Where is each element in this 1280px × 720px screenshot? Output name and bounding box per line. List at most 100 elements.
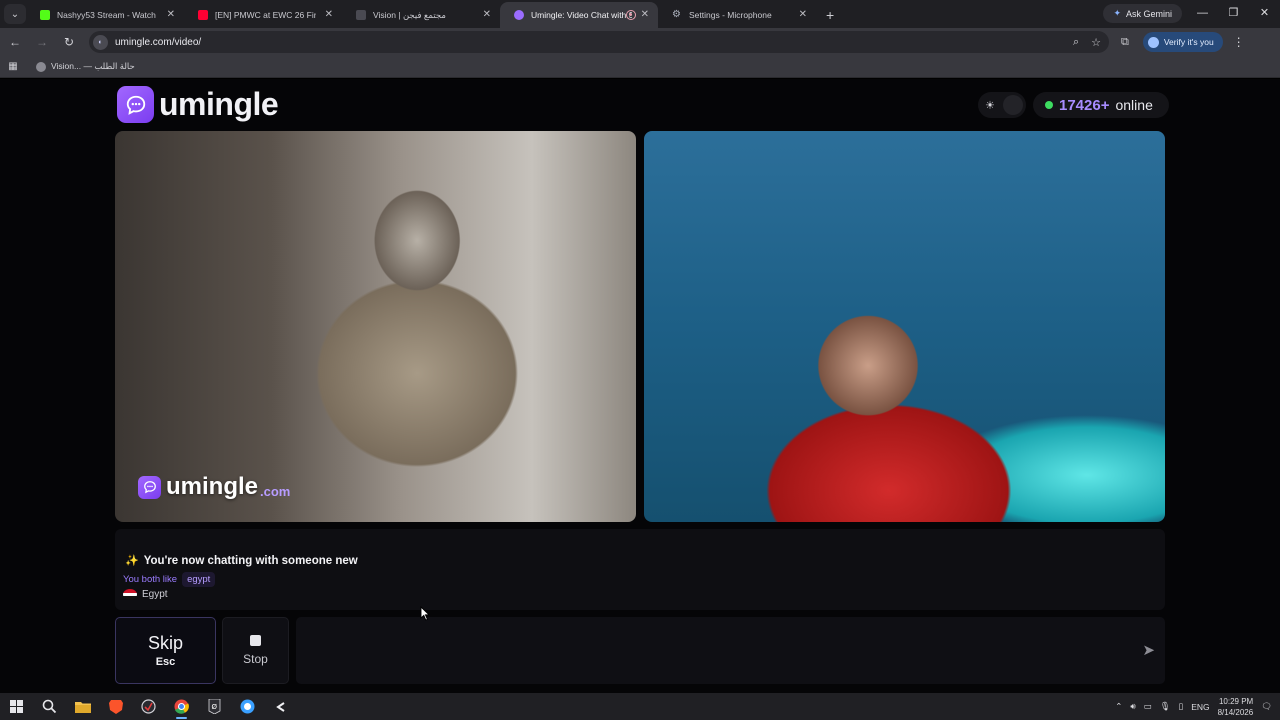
bookmark-star-icon[interactable]: ☆ [1091, 36, 1101, 49]
gemini-sparkle-icon: ✦ [1113, 8, 1121, 18]
skip-shortcut: Esc [155, 656, 176, 668]
chat-info-panel: ✨ You're now chatting with someone new Y… [115, 529, 1165, 610]
shared-interests-label: You both like [123, 574, 178, 585]
close-tab-icon[interactable]: ✕ [641, 9, 649, 20]
bookmark-favicon-icon [36, 61, 46, 72]
tab-title: Vision | مجتمع فيجن [373, 9, 446, 20]
chevron-up-icon[interactable]: ⌃ [1115, 701, 1122, 712]
stop-label: Stop [243, 652, 268, 666]
bookmarks-bar: ▦ Vision... — حالة الطلب [0, 56, 1280, 78]
close-tab-icon[interactable]: ✕ [799, 9, 807, 20]
microphone-icon[interactable]: 🎙︎ [1160, 701, 1171, 712]
minimize-icon[interactable]: — [1187, 0, 1218, 26]
search-icon[interactable] [33, 693, 66, 720]
tab-pmwc[interactable]: [EN] PMWC at EWC 26 Finals D ✕ [184, 2, 342, 28]
bookmark-item[interactable]: Vision... — حالة الطلب [36, 61, 135, 72]
self-video [644, 131, 1165, 522]
brave-browser-icon[interactable] [99, 693, 132, 720]
chrome-icon[interactable] [165, 693, 198, 720]
close-tab-icon[interactable]: ✕ [167, 9, 175, 20]
close-tab-icon[interactable]: ✕ [325, 9, 333, 20]
apps-grid-icon[interactable]: ▦ [0, 61, 26, 72]
speaker-icon[interactable]: 🔊︎ [1130, 701, 1135, 712]
recording-indicator-icon [626, 10, 636, 20]
stranger-country: Egypt [123, 589, 168, 600]
forward-arrow-icon[interactable]: → [30, 35, 54, 49]
watermark-brand: umingle [166, 473, 259, 500]
epic-games-icon[interactable]: Ø [198, 693, 231, 720]
egypt-flag-icon [123, 589, 137, 600]
tab-title: Settings - Microphone [689, 10, 772, 20]
video-watermark: umingle .com [138, 473, 290, 501]
chat-bubble-logo-icon [117, 86, 154, 123]
youtube-favicon-icon [198, 10, 208, 20]
online-status-dot [1045, 101, 1053, 109]
chevron-down-icon: ⌄ [10, 8, 20, 20]
windows-start-icon[interactable] [0, 693, 33, 720]
clock-time: 10:29 PM [1218, 696, 1254, 706]
clock-date: 8/14/2026 [1217, 707, 1254, 717]
browser-tab-strip: ⌄ Nashyy53 Stream - Watch Live ✕ [EN] PM… [0, 0, 1280, 28]
gear-icon: ⚙ [672, 9, 681, 20]
tab-settings-microphone[interactable]: ⚙ Settings - Microphone ✕ [658, 2, 816, 28]
network-icon[interactable]: ▭ [1144, 701, 1152, 712]
capcut-icon[interactable] [264, 693, 297, 720]
site-info-icon[interactable]: ◐ [93, 34, 108, 50]
online-count: 17426+ [1059, 96, 1110, 114]
theme-toggle[interactable]: ☀ [978, 92, 1026, 118]
umingle-favicon-icon [514, 10, 524, 20]
tab-vision[interactable]: Vision | مجتمع فيجن ✕ [342, 2, 500, 28]
window-controls: — ❐ ✕ [1187, 0, 1280, 26]
stop-button[interactable]: Stop [222, 617, 289, 684]
new-tab-button[interactable]: + [826, 7, 834, 23]
file-explorer-icon[interactable] [66, 693, 99, 720]
country-name: Egypt [142, 589, 168, 600]
app-icon[interactable] [132, 693, 165, 720]
zoom-icon[interactable]: ⌕ [1073, 36, 1079, 49]
language-indicator[interactable]: ENG [1191, 702, 1209, 712]
tab-title: [EN] PMWC at EWC 26 Finals D [215, 10, 316, 20]
interest-tag: egypt [182, 572, 216, 587]
online-label: online [1115, 97, 1153, 113]
tab-umingle[interactable]: Umingle: Video Chat with S ✕ [500, 2, 658, 28]
tab-title: Umingle: Video Chat with S [531, 10, 632, 20]
address-bar[interactable]: ◐ umingle.com/video/ ⌕ ☆ [89, 31, 1109, 53]
reload-icon[interactable]: ↻ [57, 35, 81, 49]
tab-nashyy-stream[interactable]: Nashyy53 Stream - Watch Live ✕ [26, 2, 184, 28]
message-input[interactable] [296, 617, 1116, 684]
message-composer: ➤ [296, 617, 1165, 684]
sun-icon: ☀ [985, 99, 995, 112]
restore-icon[interactable]: ❐ [1218, 0, 1249, 26]
sparkle-icon: ✨ [125, 555, 139, 567]
verify-profile-button[interactable]: Verify it's you [1142, 32, 1223, 52]
watermark-domain: .com [260, 484, 291, 499]
chat-bubble-logo-icon [138, 475, 161, 499]
bookmark-label: Vision... — حالة الطلب [51, 61, 135, 71]
skip-label: Skip [147, 633, 183, 653]
browser-toolbar: ← → ↻ ◐ umingle.com/video/ ⌕ ☆ ⧉ Verify … [0, 28, 1280, 56]
send-icon[interactable]: ➤ [1142, 641, 1155, 659]
tab-title: Nashyy53 Stream - Watch Live [57, 10, 158, 20]
umingle-page: umingle ☀ 17426+ online umingle .com ✨ Y… [0, 79, 1280, 693]
close-window-icon[interactable]: ✕ [1249, 0, 1280, 26]
toggle-knob [1003, 95, 1023, 115]
stranger-video: umingle .com [115, 131, 636, 522]
browser-menu-icon[interactable]: ⋮ [1233, 35, 1245, 49]
skip-button[interactable]: Skip Esc [115, 617, 216, 684]
ask-gemini-button[interactable]: ✦ Ask Gemini [1103, 4, 1182, 23]
shared-interests: You both like egypt [123, 572, 216, 587]
battery-icon[interactable]: ▯ [1179, 701, 1184, 712]
back-arrow-icon[interactable]: ← [3, 35, 27, 49]
kick-favicon-icon [40, 10, 50, 20]
close-tab-icon[interactable]: ✕ [483, 9, 491, 20]
messenger-icon[interactable] [231, 693, 264, 720]
ask-gemini-label: Ask Gemini [1125, 8, 1172, 19]
site-logo[interactable]: umingle [117, 86, 279, 123]
verify-label: Verify it's you [1163, 37, 1214, 47]
tab-search-button[interactable]: ⌄ [4, 4, 26, 24]
extensions-icon[interactable]: ⧉ [1121, 36, 1129, 49]
profile-avatar [1147, 36, 1159, 48]
vision-favicon-icon [356, 10, 366, 20]
clock[interactable]: 10:29 PM 8/14/2026 [1218, 696, 1254, 718]
notifications-icon[interactable]: 🗨︎ [1261, 701, 1272, 712]
